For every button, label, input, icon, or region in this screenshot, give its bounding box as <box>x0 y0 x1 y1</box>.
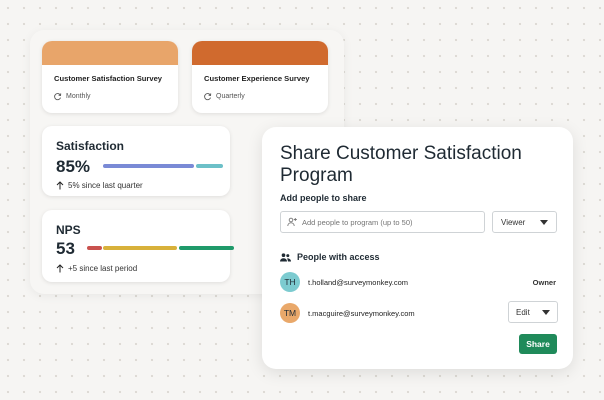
people-with-access-label: People with access <box>297 252 380 262</box>
refresh-icon <box>54 93 62 101</box>
people-with-access-heading: People with access <box>280 252 380 262</box>
survey-color-bar <box>192 41 328 65</box>
nps-detractors-segment <box>87 246 102 250</box>
metric-title: Satisfaction <box>56 139 125 153</box>
user-role-dropdown[interactable]: Edit <box>508 301 558 323</box>
user-role: Owner <box>532 277 556 287</box>
nps-passives-segment <box>103 246 177 250</box>
user-role-dropdown-label: Edit <box>516 307 530 317</box>
survey-card-satisfaction[interactable]: Customer Satisfaction Survey Monthly <box>42 41 178 113</box>
dialog-title: Share Customer Satisfaction Program <box>280 143 522 186</box>
add-people-input[interactable] <box>302 217 482 227</box>
avatar: TH <box>280 272 300 292</box>
metric-change: +5 since last period <box>56 264 137 273</box>
permission-dropdown-label: Viewer <box>501 217 526 227</box>
survey-title: Customer Experience Survey <box>204 74 310 83</box>
survey-frequency-label: Quarterly <box>216 93 245 100</box>
satisfaction-card[interactable]: Satisfaction 85% 5% since last quarter <box>42 126 230 196</box>
share-dialog: Share Customer Satisfaction Program Add … <box>262 127 573 369</box>
nps-promoters-segment <box>179 246 234 250</box>
user-row: TH t.holland@surveymonkey.com Owner <box>280 271 558 293</box>
add-people-label: Add people to share <box>280 193 367 203</box>
metric-change-label: 5% since last quarter <box>68 181 143 190</box>
user-email: t.holland@surveymonkey.com <box>308 277 409 287</box>
metric-change: 5% since last quarter <box>56 181 143 190</box>
people-icon <box>280 252 291 261</box>
chevron-down-icon <box>542 309 550 315</box>
user-row: TM t.macguire@surveymonkey.com Edit <box>280 301 558 324</box>
add-person-icon <box>287 217 297 227</box>
survey-frequency: Monthly <box>53 92 91 101</box>
permission-dropdown[interactable]: Viewer <box>492 211 557 233</box>
chevron-down-icon <box>540 219 548 225</box>
survey-frequency-label: Monthly <box>66 93 91 100</box>
arrow-up-icon <box>56 181 64 190</box>
arrow-up-icon <box>56 264 64 273</box>
survey-title: Customer Satisfaction Survey <box>54 74 163 83</box>
metric-value: 53 <box>56 239 75 258</box>
share-button[interactable]: Share <box>519 334 557 354</box>
survey-frequency: Quarterly <box>203 92 245 101</box>
satisfaction-progress-fill <box>103 164 194 168</box>
add-people-field[interactable] <box>280 211 485 233</box>
user-email: t.macguire@surveymonkey.com <box>308 308 415 318</box>
avatar: TM <box>280 303 300 323</box>
metric-change-label: +5 since last period <box>68 264 138 273</box>
satisfaction-progress-remainder <box>196 164 223 168</box>
survey-card-experience[interactable]: Customer Experience Survey Quarterly <box>192 41 328 113</box>
metric-value: 85% <box>56 157 91 176</box>
survey-color-bar <box>42 41 178 65</box>
metric-title: NPS <box>56 223 81 237</box>
refresh-icon <box>204 93 212 101</box>
nps-card[interactable]: NPS 53 +5 since last period <box>42 210 234 282</box>
